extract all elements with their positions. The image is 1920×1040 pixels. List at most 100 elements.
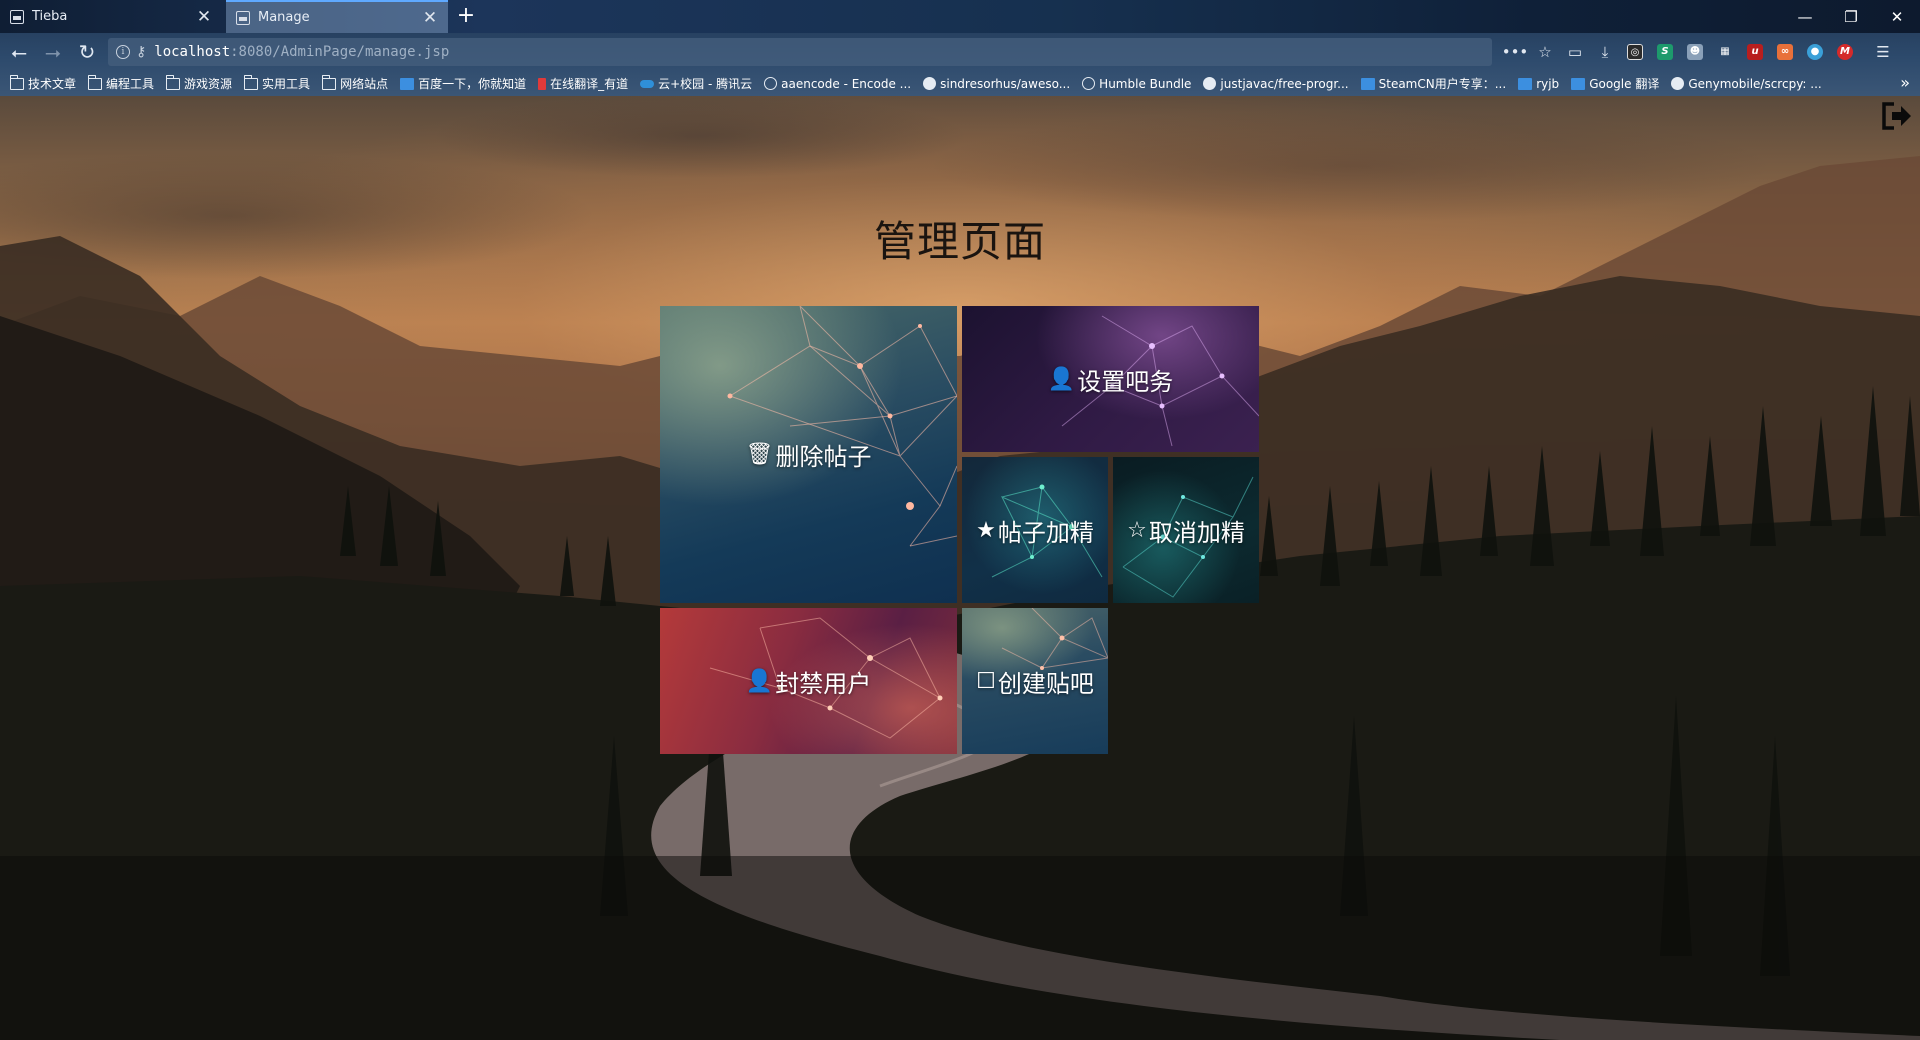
logout-icon[interactable] [1880,100,1914,132]
bookmark-item[interactable]: aaencode - Encode ... [764,77,911,91]
user-icon: 👤 [1047,366,1076,392]
bookmark-item[interactable]: Genymobile/scrcpy: ... [1671,77,1822,91]
page-viewport: 管理页面 🗑 删除帖子 👤 设置吧务 ★ 帖子加精 ☆ 取消加精 👤 封禁用户 … [0,96,1920,1040]
folder-icon [166,74,181,90]
delete-post-tile[interactable]: 🗑 删除帖子 [660,306,957,603]
tab-bar: Tieba ✕ Manage ✕ + — ❐ ✕ [0,0,1920,33]
extension-icon[interactable]: u [1740,38,1770,66]
youdao-icon [538,77,547,90]
tile-label: 帖子加精 [997,518,1094,547]
bookmark-item[interactable]: SteamCN用户专享：... [1360,75,1506,92]
globe-icon [1082,77,1096,90]
extension-icon[interactable]: ● [1800,38,1830,66]
tile-label: 设置吧务 [1077,367,1174,396]
extension-icon[interactable]: ∞ [1770,38,1800,66]
folder-icon [244,74,259,90]
bookmark-item[interactable]: 百度一下，你就知道 [400,75,526,92]
info-icon[interactable]: i [116,45,130,59]
bookmark-item[interactable]: justjavac/free-progr... [1203,77,1349,91]
tile-label: 取消加精 [1148,518,1245,547]
minimize-button[interactable]: — [1782,0,1828,33]
bookmark-item[interactable]: 技术文章 [10,74,76,92]
bookmarks-bar: 技术文章 编程工具 游戏资源 实用工具 网络站点 百度一下，你就知道 在线翻译_… [0,71,1920,96]
extension-icon[interactable]: ▦ [1710,38,1740,66]
back-button[interactable]: ⭠ [4,37,34,67]
close-icon[interactable]: ✕ [422,8,438,28]
baidu-icon [400,77,415,90]
tab-label: Tieba [32,9,68,24]
tile-content: ☐ 创建贴吧 [976,664,1094,699]
url-bar[interactable]: i ⚷ localhost :8080/AdminPage/manage.jsp [108,38,1492,66]
github-icon [1671,77,1685,90]
bookmark-item[interactable]: 在线翻译_有道 [538,75,628,92]
page-icon [236,10,250,25]
bookmark-item[interactable]: 编程工具 [88,74,154,92]
tile-content: 👤 封禁用户 [746,664,871,699]
extension-icon[interactable]: ◎ [1620,38,1650,66]
tile-label: 删除帖子 [775,443,872,471]
bookmark-item[interactable]: 网络站点 [322,74,388,92]
globe-icon [764,77,778,90]
extension-icon[interactable]: S [1650,38,1680,66]
window-controls: — ❐ ✕ [1782,0,1920,33]
reload-button[interactable]: ↻ [72,37,102,67]
bookmark-item[interactable]: 实用工具 [244,74,310,92]
bookmark-item[interactable]: 云+校园 - 腾讯云 [640,75,752,92]
tile-content: 👤 设置吧务 [1048,362,1173,397]
extension-icon[interactable]: ☻ [1680,38,1710,66]
trash-icon: 🗑 [745,442,774,467]
bookmark-item[interactable]: 游戏资源 [166,74,232,92]
menu-icon[interactable]: ☰ [1868,38,1898,66]
bookmark-star-icon[interactable]: ☆ [1530,38,1560,66]
star-filled-icon: ★ [976,517,996,543]
tile-content: ☆ 取消加精 [1127,513,1245,548]
github-icon [1203,77,1217,90]
extension-icon[interactable]: M [1830,38,1860,66]
set-bar-affairs-tile[interactable]: 👤 设置吧务 [962,306,1259,452]
background-landscape [0,156,1920,1040]
tab-manage[interactable]: Manage ✕ [226,0,448,33]
tab-label: Manage [258,10,310,25]
key-icon: ⚷ [136,44,147,60]
page-title: 管理页面 [873,217,1046,266]
download-icon[interactable]: ⤓ [1590,38,1620,66]
bookmarks-overflow-icon[interactable]: » [1900,73,1910,92]
bookmark-item[interactable]: sindresorhus/aweso... [923,77,1070,91]
folder-icon [10,74,24,90]
toolbar-icons: ••• ☆ ▭ ⤓ ◎ S ☻ ▦ u ∞ ● M ☰ [1500,38,1898,66]
url-host: localhost [154,44,231,60]
tile-label: 创建贴吧 [997,669,1094,698]
tile-content: 🗑 删除帖子 [746,437,872,472]
unfeature-post-tile[interactable]: ☆ 取消加精 [1113,457,1259,603]
bookmark-item[interactable]: Humble Bundle [1082,77,1191,91]
tencent-cloud-icon [640,79,655,88]
steamcn-icon [1360,77,1375,90]
url-path: :8080/AdminPage/manage.jsp [230,44,450,60]
tile-label: 封禁用户 [775,669,872,698]
sidebar-icon[interactable]: ▭ [1560,38,1590,66]
square-icon: ☐ [976,668,996,694]
user-icon: 👤 [745,668,774,694]
new-tab-button[interactable]: + [454,3,478,28]
ryjb-icon [1518,77,1533,90]
star-outline-icon: ☆ [1127,517,1147,543]
page-actions-icon[interactable]: ••• [1500,38,1530,66]
page-icon [10,9,24,24]
close-window-button[interactable]: ✕ [1874,0,1920,33]
tab-tieba[interactable]: Tieba ✕ [0,0,222,33]
create-bar-tile[interactable]: ☐ 创建贴吧 [962,608,1108,754]
feature-post-tile[interactable]: ★ 帖子加精 [962,457,1108,603]
tile-content: ★ 帖子加精 [976,513,1094,548]
github-icon [923,77,937,90]
browser-chrome: Tieba ✕ Manage ✕ + — ❐ ✕ ⭠ ⭢ ↻ i ⚷ local… [0,0,1920,96]
bookmark-item[interactable]: ryjb [1518,77,1559,91]
folder-icon [322,74,337,90]
navigation-bar: ⭠ ⭢ ↻ i ⚷ localhost :8080/AdminPage/mana… [0,33,1920,71]
ban-user-tile[interactable]: 👤 封禁用户 [660,608,957,754]
restore-button[interactable]: ❐ [1828,0,1874,33]
bookmark-item[interactable]: Google 翻译 [1571,75,1659,92]
close-icon[interactable]: ✕ [196,7,212,27]
google-translate-icon [1571,77,1586,90]
forward-button[interactable]: ⭢ [38,37,68,67]
folder-icon [88,74,103,90]
